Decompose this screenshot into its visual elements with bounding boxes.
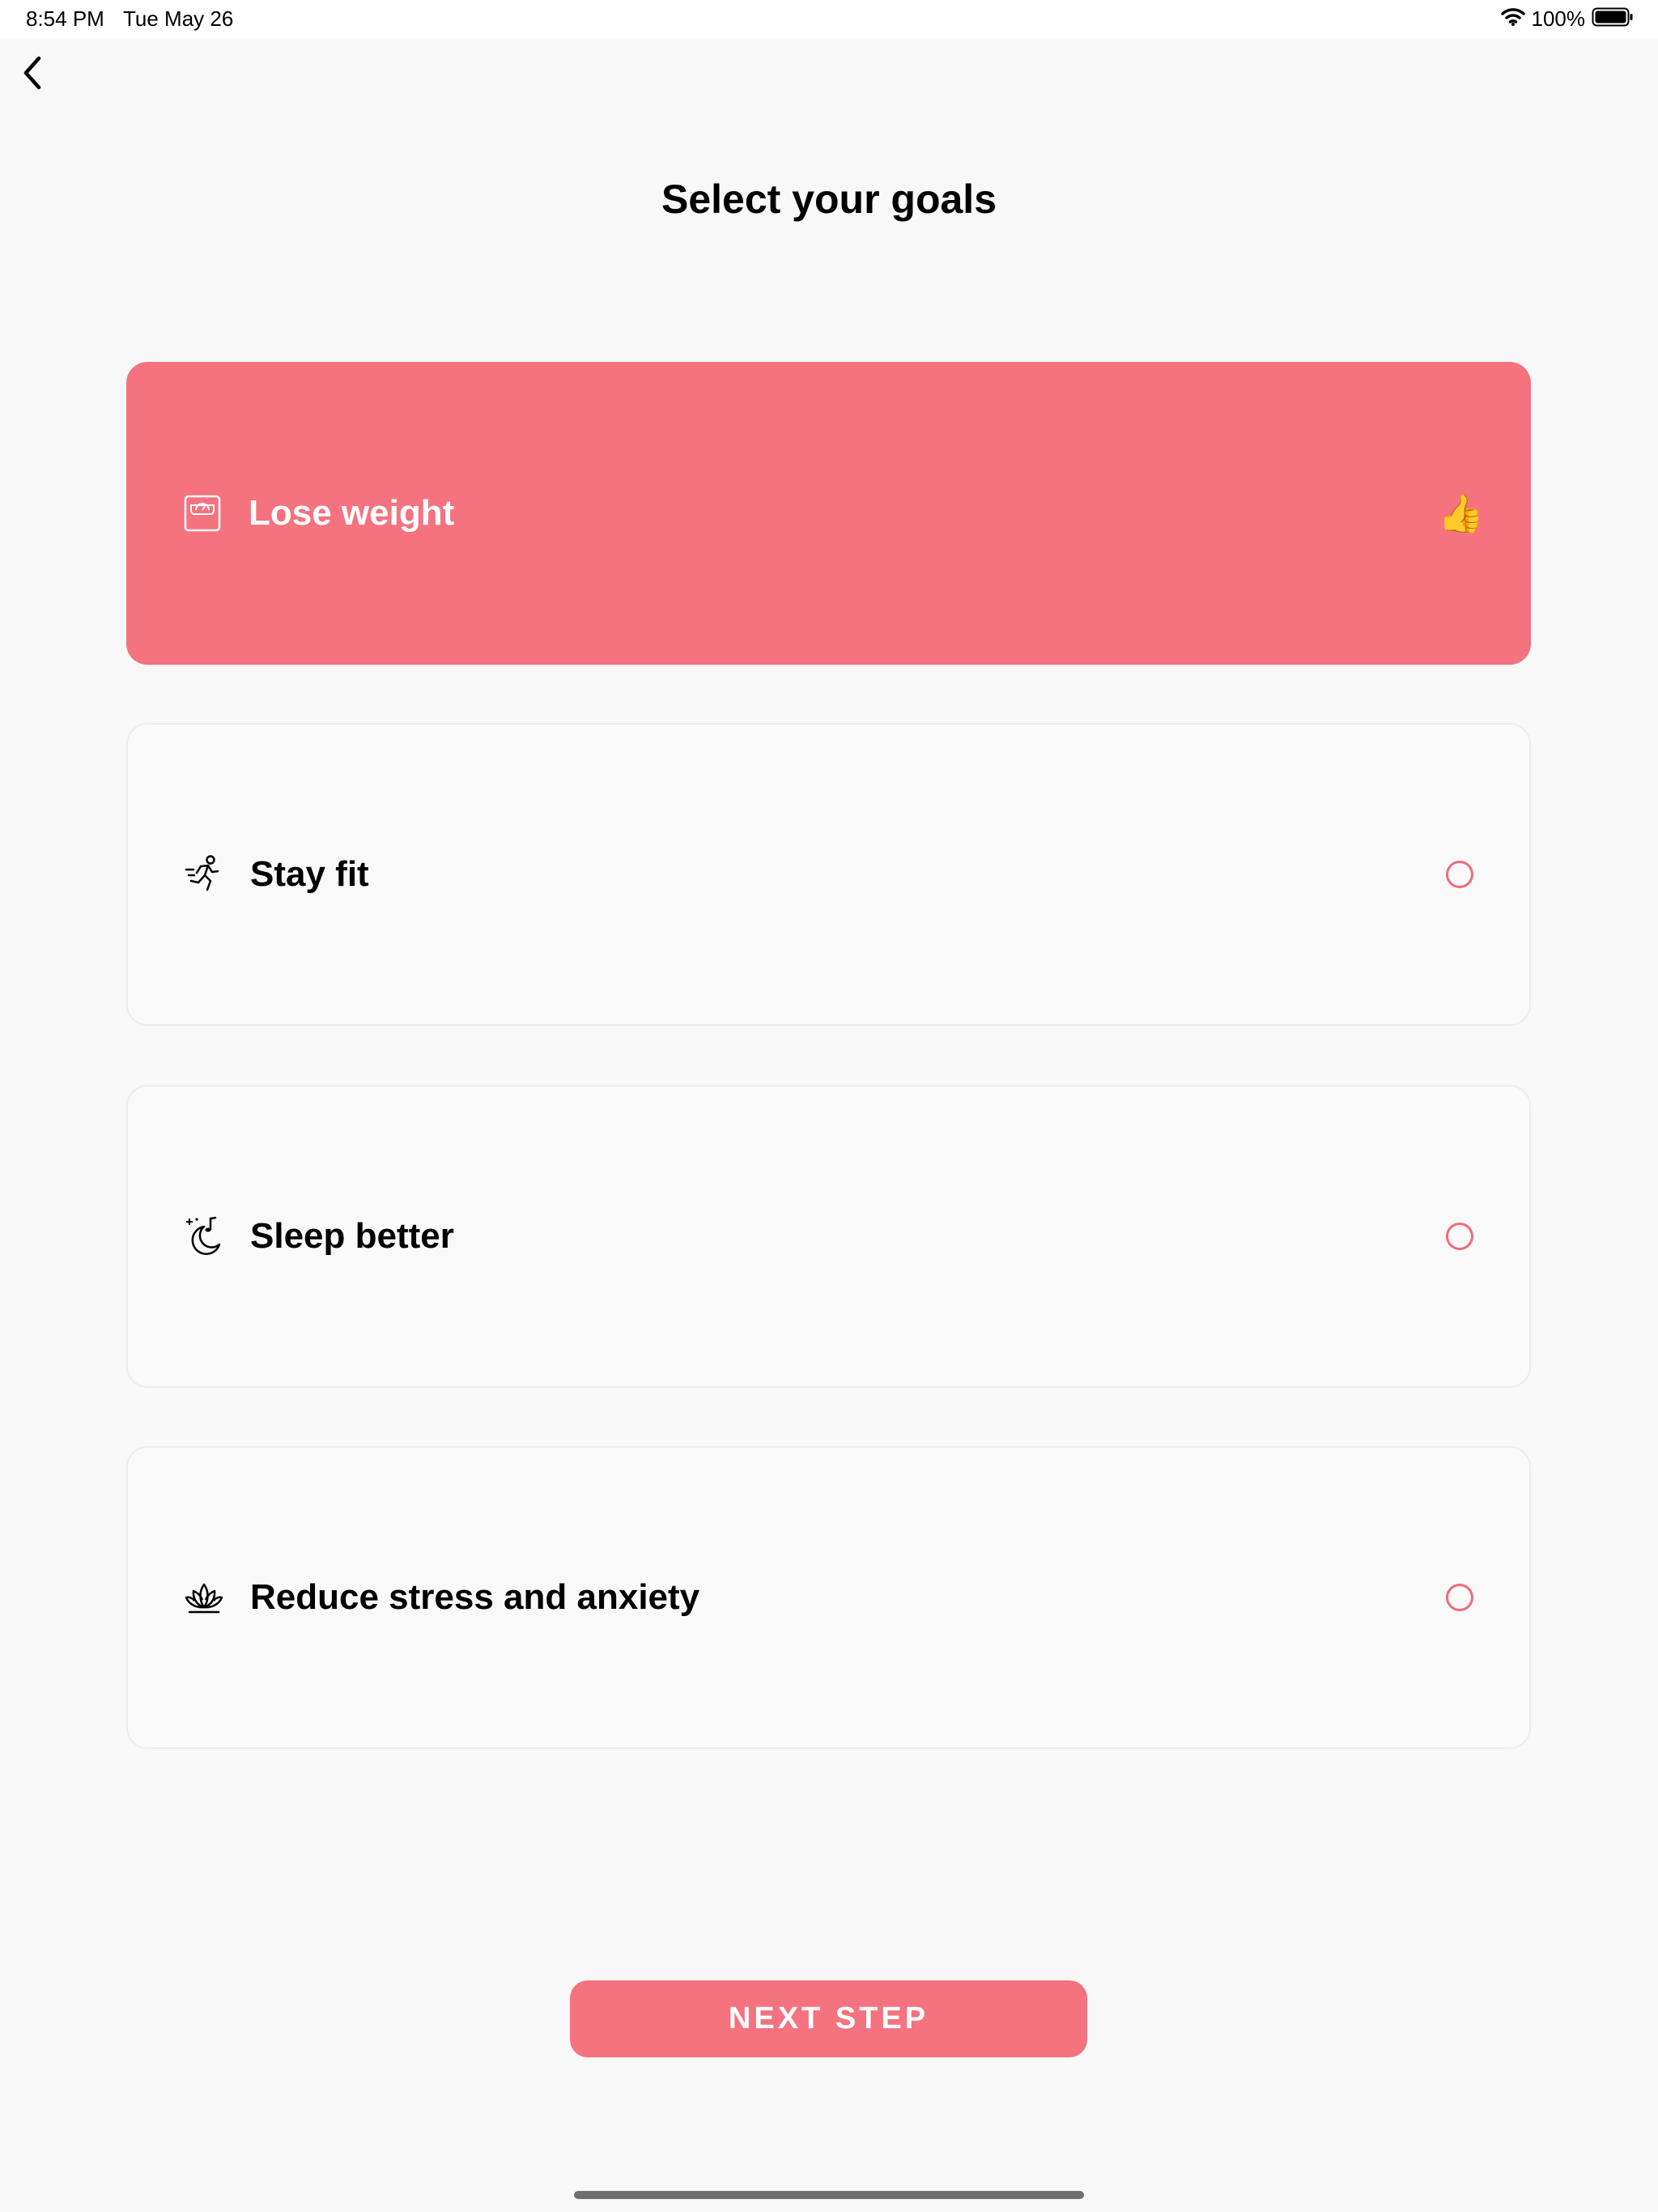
goal-option-sleep-better[interactable]: Sleep better bbox=[126, 1085, 1531, 1388]
status-time: 8:54 PM bbox=[26, 6, 104, 31]
running-icon bbox=[181, 852, 227, 897]
thumbs-up-icon: 👍 bbox=[1438, 491, 1485, 535]
radio-button[interactable] bbox=[1439, 1576, 1481, 1619]
moon-sleep-icon bbox=[181, 1214, 227, 1259]
battery-percentage: 100% bbox=[1531, 6, 1586, 31]
home-indicator[interactable] bbox=[574, 2191, 1084, 2199]
chevron-left-icon bbox=[23, 56, 41, 90]
status-indicators: 100% bbox=[1500, 6, 1635, 32]
goal-option-stay-fit[interactable]: Stay fit bbox=[126, 723, 1531, 1026]
radio-circle bbox=[1446, 861, 1473, 888]
goal-label: Lose weight bbox=[249, 493, 455, 533]
battery-icon bbox=[1592, 6, 1634, 32]
page-title: Select your goals bbox=[661, 177, 997, 222]
radio-button[interactable] bbox=[1439, 853, 1481, 895]
goal-option-lose-weight[interactable]: Lose weight 👍 bbox=[126, 362, 1531, 665]
back-button[interactable] bbox=[10, 50, 55, 96]
goal-label: Stay fit bbox=[250, 854, 369, 894]
radio-button[interactable] bbox=[1439, 1215, 1481, 1257]
goal-option-reduce-stress[interactable]: Reduce stress and anxiety bbox=[126, 1446, 1531, 1749]
status-date: Tue May 26 bbox=[123, 6, 234, 31]
radio-circle bbox=[1446, 1223, 1473, 1250]
status-bar: 8:54 PM Tue May 26 100% bbox=[0, 0, 1658, 39]
scale-icon bbox=[180, 491, 225, 536]
wifi-icon bbox=[1500, 7, 1525, 31]
next-step-button[interactable]: NEXT STEP bbox=[570, 1980, 1087, 2057]
goal-label: Sleep better bbox=[250, 1216, 454, 1256]
lotus-icon bbox=[181, 1575, 227, 1620]
goal-label: Reduce stress and anxiety bbox=[250, 1577, 700, 1617]
radio-circle bbox=[1446, 1584, 1473, 1611]
